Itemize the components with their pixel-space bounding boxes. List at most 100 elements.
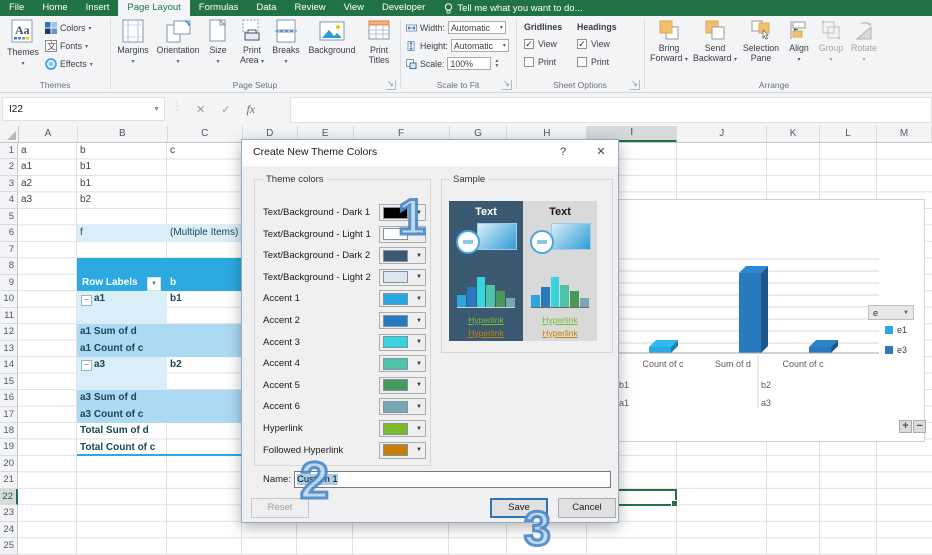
color-dropdown-accent3[interactable]: ▼: [379, 334, 426, 351]
breaks-button[interactable]: Breaks▾: [270, 19, 302, 65]
scale-value-box[interactable]: 100%: [447, 57, 491, 70]
height-combo[interactable]: Automatic▾: [451, 39, 509, 52]
column-header-L[interactable]: L: [820, 126, 877, 142]
selection-pane-button[interactable]: Selection Pane: [740, 19, 782, 63]
dialog-title-bar[interactable]: Create New Theme Colors ? ✕: [242, 140, 618, 166]
row-header-10[interactable]: 10: [0, 291, 18, 307]
expand-field-button[interactable]: +: [899, 420, 912, 433]
color-dropdown-followed-hyperlink[interactable]: ▼: [379, 442, 426, 459]
tell-me-box[interactable]: Tell me what you want to do...: [434, 0, 582, 16]
tab-formulas[interactable]: Formulas: [190, 0, 248, 16]
color-dropdown-dark2[interactable]: ▼: [379, 247, 426, 264]
formula-input[interactable]: [290, 97, 932, 123]
print-area-button[interactable]: Print Area ▾: [234, 19, 270, 65]
color-dropdown-accent1[interactable]: ▼: [379, 290, 426, 307]
tab-page-layout[interactable]: Page Layout: [118, 0, 189, 16]
tab-review[interactable]: Review: [285, 0, 334, 16]
cancel-entry-icon[interactable]: ✕: [196, 103, 205, 116]
row-header-13[interactable]: 13: [0, 341, 18, 357]
row-header-22[interactable]: 22: [0, 489, 18, 505]
tab-insert[interactable]: Insert: [77, 0, 119, 16]
row-header-21[interactable]: 21: [0, 472, 18, 488]
row-header-3[interactable]: 3: [0, 176, 18, 192]
column-header-K[interactable]: K: [767, 126, 820, 142]
column-header-J[interactable]: J: [677, 126, 767, 142]
sheet-options-dialog-launcher[interactable]: ↘: [630, 80, 640, 90]
themes-button[interactable]: Aa Themes▾: [4, 19, 42, 67]
row-header-14[interactable]: 14: [0, 357, 18, 373]
row-header-15[interactable]: 15: [0, 374, 18, 390]
margins-button[interactable]: Margins▾: [112, 19, 154, 65]
row-header-4[interactable]: 4: [0, 192, 18, 208]
collapse-field-button[interactable]: −: [913, 420, 926, 433]
align-button[interactable]: Align▾: [784, 19, 814, 63]
row-header-17[interactable]: 17: [0, 407, 18, 423]
gridlines-print-checkbox[interactable]: Print: [524, 57, 556, 67]
tab-developer[interactable]: Developer: [373, 0, 434, 16]
column-header-C[interactable]: C: [168, 126, 243, 142]
insert-function-icon[interactable]: fx: [246, 102, 255, 117]
headings-print-checkbox[interactable]: Print: [577, 57, 609, 67]
tab-view[interactable]: View: [335, 0, 373, 16]
color-dropdown-hyperlink[interactable]: ▼: [379, 420, 426, 437]
color-dropdown-accent2[interactable]: ▼: [379, 312, 426, 329]
gridlines-view-checkbox[interactable]: ✓View: [524, 39, 557, 49]
column-header-A[interactable]: A: [19, 126, 78, 142]
color-dropdown-accent5[interactable]: ▼: [379, 377, 426, 394]
send-backward-button[interactable]: Send Backward ▾: [692, 19, 738, 63]
column-header-B[interactable]: B: [78, 126, 168, 142]
tab-home[interactable]: Home: [33, 0, 76, 16]
row-header-24[interactable]: 24: [0, 522, 18, 538]
name-box-dropdown-icon[interactable]: ▼: [153, 98, 160, 122]
close-icon[interactable]: ✕: [586, 140, 616, 165]
legend-field-button[interactable]: e▼: [868, 305, 914, 320]
row-header-8[interactable]: 8: [0, 258, 18, 274]
row-header-16[interactable]: 16: [0, 390, 18, 406]
effects-button[interactable]: Effects▾: [45, 58, 93, 70]
row-header-19[interactable]: 19: [0, 439, 18, 455]
pivot-collapse-button[interactable]: −: [81, 295, 92, 306]
row-header-9[interactable]: 9: [0, 275, 18, 291]
colors-button[interactable]: Colors▾: [45, 22, 91, 34]
cancel-button[interactable]: Cancel: [558, 498, 616, 518]
print-titles-button[interactable]: Print Titles: [361, 19, 397, 65]
rotate-button[interactable]: Rotate▾: [847, 19, 881, 63]
pivot-collapse-button[interactable]: −: [81, 360, 92, 371]
background-button[interactable]: Background: [303, 19, 361, 55]
confirm-entry-icon[interactable]: ✓: [221, 103, 230, 116]
pivot-filter-dropdown[interactable]: ▼: [147, 277, 161, 291]
row-header-20[interactable]: 20: [0, 456, 18, 472]
group-button[interactable]: Group▾: [815, 19, 847, 63]
fonts-button[interactable]: 文 Fonts▾: [45, 40, 88, 52]
theme-name-input[interactable]: Custom 1: [294, 471, 611, 488]
select-all-corner[interactable]: [0, 126, 19, 142]
pivot-chart[interactable]: Count of c Sum of d Count of c b1 a1 b2 …: [608, 199, 925, 442]
column-header-M[interactable]: M: [877, 126, 932, 142]
row-header-5[interactable]: 5: [0, 209, 18, 225]
row-header-18[interactable]: 18: [0, 423, 18, 439]
tab-file[interactable]: File: [0, 0, 33, 16]
row-header-25[interactable]: 25: [0, 538, 18, 554]
orientation-button[interactable]: Orientation▾: [154, 19, 202, 65]
row-header-7[interactable]: 7: [0, 242, 18, 258]
theme-colors-label: Theme colors: [263, 174, 327, 185]
row-header-11[interactable]: 11: [0, 308, 18, 324]
row-header-12[interactable]: 12: [0, 324, 18, 340]
row-header-6[interactable]: 6: [0, 225, 18, 241]
row-header-2[interactable]: 2: [0, 159, 18, 175]
scale-dialog-launcher[interactable]: ↘: [502, 80, 512, 90]
color-dropdown-accent6[interactable]: ▼: [379, 398, 426, 415]
color-dropdown-light2[interactable]: ▼: [379, 269, 426, 286]
page-setup-dialog-launcher[interactable]: ↘: [386, 80, 396, 90]
help-button[interactable]: ?: [548, 140, 578, 165]
row-header-23[interactable]: 23: [0, 505, 18, 521]
row-header-1[interactable]: 1: [0, 143, 18, 159]
tab-data[interactable]: Data: [247, 0, 285, 16]
bring-forward-button[interactable]: Bring Forward ▾: [648, 19, 690, 63]
size-button[interactable]: Size▾: [203, 19, 233, 65]
width-combo[interactable]: Automatic▾: [448, 21, 506, 34]
name-box[interactable]: I22▼: [2, 97, 165, 121]
color-dropdown-accent4[interactable]: ▼: [379, 355, 426, 372]
scale-spinner[interactable]: ▲▼: [494, 59, 499, 69]
headings-view-checkbox[interactable]: ✓View: [577, 39, 610, 49]
